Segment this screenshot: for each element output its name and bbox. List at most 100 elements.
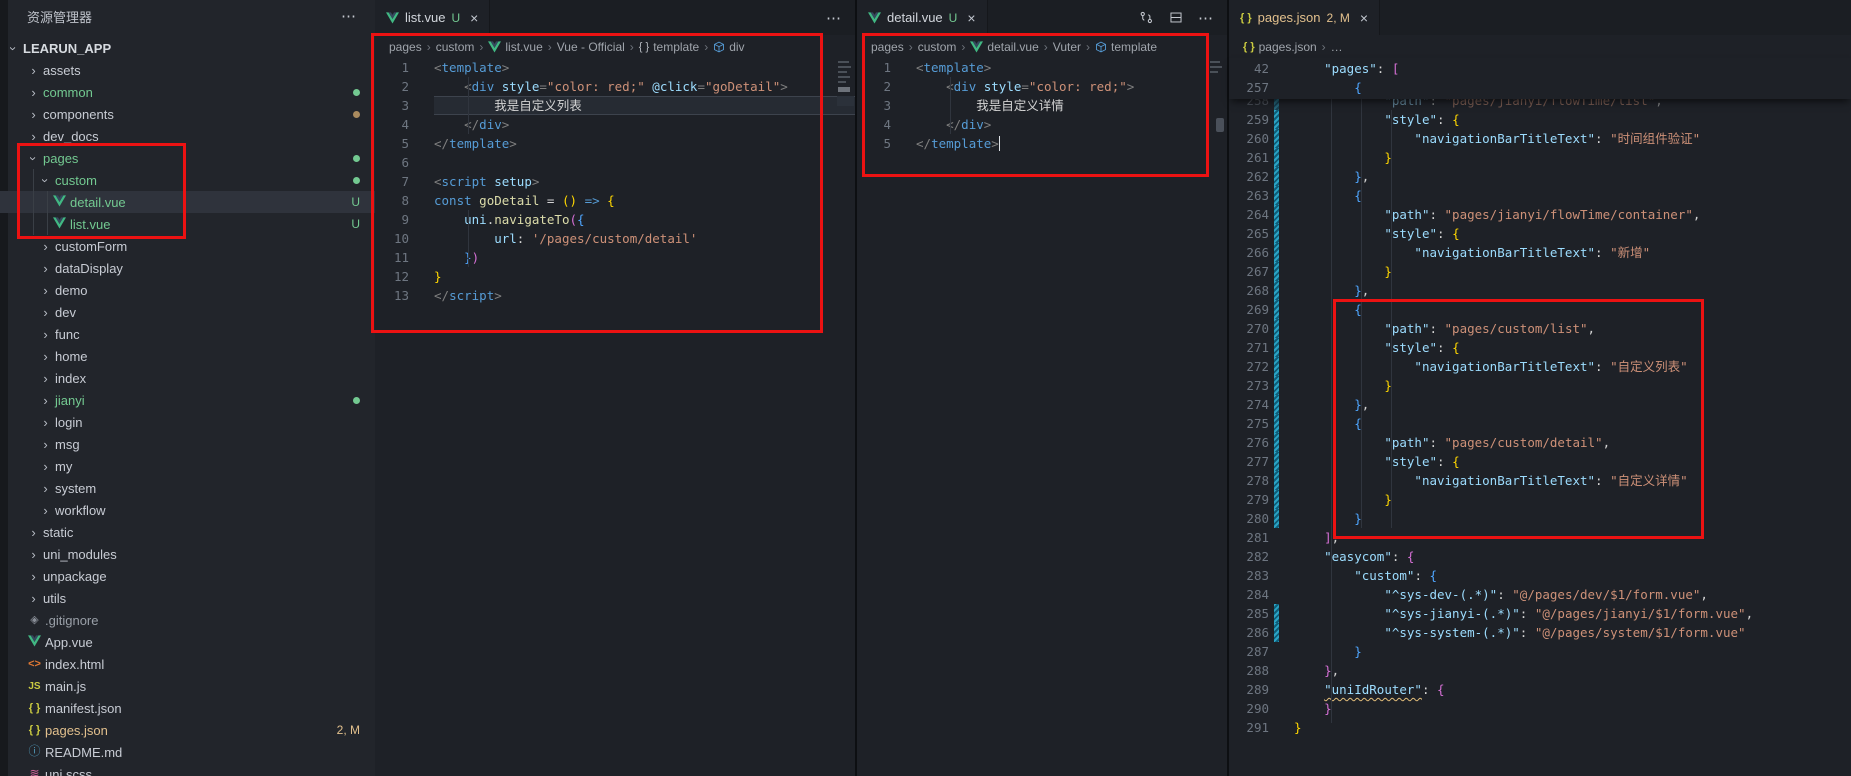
tab-detail-vue[interactable]: detail.vueU× (857, 0, 988, 35)
tree-item-pages[interactable]: ›pages (0, 147, 375, 169)
close-icon[interactable]: × (470, 10, 478, 26)
code-editor-list-vue[interactable]: 1<template>2 <div style="color: red;" @c… (375, 58, 855, 776)
code-line-284[interactable]: 284 "^sys-dev-(.*)": "@/pages/dev/$1/for… (1229, 585, 1851, 604)
breadcrumb-segment[interactable]: template (1095, 40, 1157, 54)
code-line-8[interactable]: 8const goDetail = () => { (375, 191, 855, 210)
code-line-278[interactable]: 278 "navigationBarTitleText": "自定义详情" (1229, 471, 1851, 490)
code-line-286[interactable]: 286 "^sys-system-(.*)": "@/pages/system/… (1229, 623, 1851, 642)
tree-item-assets[interactable]: ›assets (0, 59, 375, 81)
code-line-268[interactable]: 268 }, (1229, 281, 1851, 300)
code-line-269[interactable]: 269 { (1229, 300, 1851, 319)
sticky-scroll[interactable]: 42 "pages": [257 { (1229, 58, 1851, 99)
code-line-270[interactable]: 270 "path": "pages/custom/list", (1229, 319, 1851, 338)
tree-item-dev_docs[interactable]: ›dev_docs (0, 125, 375, 147)
code-line-3[interactable]: 3 我是自定义列表 (375, 96, 855, 115)
code-line-275[interactable]: 275 { (1229, 414, 1851, 433)
code-line-264[interactable]: 264 "path": "pages/jianyi/flowTime/conta… (1229, 205, 1851, 224)
breadcrumb-segment[interactable]: custom (436, 40, 475, 54)
tree-item-list.vue[interactable]: list.vueU (0, 213, 375, 235)
code-line-13[interactable]: 13</script> (375, 286, 855, 305)
code-line-273[interactable]: 273 } (1229, 376, 1851, 395)
breadcrumb-segment[interactable]: custom (918, 40, 957, 54)
breadcrumb-segment[interactable]: { }pages.json (1243, 40, 1317, 54)
code-line-4[interactable]: 4 </div> (857, 115, 1227, 134)
tree-item-msg[interactable]: ›msg (0, 433, 375, 455)
code-line-6[interactable]: 6 (375, 153, 855, 172)
code-line-289[interactable]: 289 "uniIdRouter": { (1229, 680, 1851, 699)
breadcrumb-segment[interactable]: { }template (639, 40, 699, 54)
code-editor-pages-json[interactable]: 258 "path": "pages/jianyi/flowTime/list"… (1229, 91, 1851, 776)
tree-item-home[interactable]: ›home (0, 345, 375, 367)
scrollbar-slider[interactable] (1216, 118, 1224, 132)
code-line-277[interactable]: 277 "style": { (1229, 452, 1851, 471)
code-line-272[interactable]: 272 "navigationBarTitleText": "自定义列表" (1229, 357, 1851, 376)
breadcrumb-segment[interactable]: detail.vue (970, 40, 1038, 54)
code-line-271[interactable]: 271 "style": { (1229, 338, 1851, 357)
breadcrumb-segment[interactable]: div (713, 40, 744, 54)
minimap[interactable] (837, 58, 854, 106)
tree-item-utils[interactable]: ›utils (0, 587, 375, 609)
tab-list-vue[interactable]: list.vueU× (375, 0, 490, 35)
code-line-281[interactable]: 281 ], (1229, 528, 1851, 547)
code-line-261[interactable]: 261 } (1229, 148, 1851, 167)
code-line-263[interactable]: 263 { (1229, 186, 1851, 205)
tree-item-func[interactable]: ›func (0, 323, 375, 345)
code-line-5[interactable]: 5</template> (857, 134, 1227, 153)
code-line-5[interactable]: 5</template> (375, 134, 855, 153)
tree-item-custom[interactable]: ›custom (0, 169, 375, 191)
tree-item-README.md[interactable]: ⓘREADME.md (0, 741, 375, 763)
code-line-2[interactable]: 2 <div style="color: red;"> (857, 77, 1227, 96)
breadcrumb-segment[interactable]: pages (871, 40, 904, 54)
tree-item-.gitignore[interactable]: ◈.gitignore (0, 609, 375, 631)
breadcrumb-segment[interactable]: … (1331, 40, 1343, 54)
tree-item-my[interactable]: ›my (0, 455, 375, 477)
tab-pages-json[interactable]: { }pages.json2, M× (1229, 0, 1380, 35)
tree-item-jianyi[interactable]: ›jianyi (0, 389, 375, 411)
tree-item-dev[interactable]: ›dev (0, 301, 375, 323)
tree-item-common[interactable]: ›common (0, 81, 375, 103)
close-icon[interactable]: × (1360, 10, 1368, 26)
tree-item-demo[interactable]: ›demo (0, 279, 375, 301)
code-line-10[interactable]: 10 url: '/pages/custom/detail' (375, 229, 855, 248)
tree-item-customForm[interactable]: ›customForm (0, 235, 375, 257)
code-line-257[interactable]: 257 { (1229, 78, 1851, 97)
code-line-42[interactable]: 42 "pages": [ (1229, 59, 1851, 78)
minimap[interactable] (1209, 58, 1226, 73)
tree-item-components[interactable]: ›components (0, 103, 375, 125)
code-line-265[interactable]: 265 "style": { (1229, 224, 1851, 243)
breadcrumb-segment[interactable]: list.vue (488, 40, 542, 54)
minimap-slider[interactable] (838, 87, 850, 92)
code-line-288[interactable]: 288 }, (1229, 661, 1851, 680)
tree-item-App.vue[interactable]: App.vue (0, 631, 375, 653)
code-editor-detail-vue[interactable]: 1<template>2 <div style="color: red;">3 … (857, 58, 1227, 776)
tree-item-uni.scss[interactable]: ≋uni.scss (0, 763, 375, 776)
code-line-7[interactable]: 7<script setup> (375, 172, 855, 191)
code-line-279[interactable]: 279 } (1229, 490, 1851, 509)
tree-item-unpackage[interactable]: ›unpackage (0, 565, 375, 587)
code-line-11[interactable]: 11 }) (375, 248, 855, 267)
code-line-1[interactable]: 1<template> (857, 58, 1227, 77)
code-line-9[interactable]: 9 uni.navigateTo({ (375, 210, 855, 229)
code-line-290[interactable]: 290 } (1229, 699, 1851, 718)
code-line-280[interactable]: 280 } (1229, 509, 1851, 528)
code-line-274[interactable]: 274 }, (1229, 395, 1851, 414)
code-line-262[interactable]: 262 }, (1229, 167, 1851, 186)
tree-item-index.html[interactable]: <>index.html (0, 653, 375, 675)
more-actions-icon[interactable]: ⋯ (341, 7, 357, 25)
tree-item-workflow[interactable]: ›workflow (0, 499, 375, 521)
code-line-267[interactable]: 267 } (1229, 262, 1851, 281)
code-line-276[interactable]: 276 "path": "pages/custom/detail", (1229, 433, 1851, 452)
tree-item-detail.vue[interactable]: detail.vueU (0, 191, 375, 213)
tree-item-main.js[interactable]: JSmain.js (0, 675, 375, 697)
tree-item-manifest.json[interactable]: { }manifest.json (0, 697, 375, 719)
code-line-259[interactable]: 259 "style": { (1229, 110, 1851, 129)
breadcrumb-segment[interactable]: Vuter (1053, 40, 1081, 54)
code-line-260[interactable]: 260 "navigationBarTitleText": "时间组件验证" (1229, 129, 1851, 148)
tree-item-static[interactable]: ›static (0, 521, 375, 543)
tree-item-pages.json[interactable]: { }pages.json2, M (0, 719, 375, 741)
code-line-4[interactable]: 4 </div> (375, 115, 855, 134)
code-line-283[interactable]: 283 "custom": { (1229, 566, 1851, 585)
code-line-12[interactable]: 12} (375, 267, 855, 286)
code-line-3[interactable]: 3 我是自定义详情 (857, 96, 1227, 115)
tree-item-LEARUN_APP[interactable]: ›LEARUN_APP (0, 37, 375, 59)
